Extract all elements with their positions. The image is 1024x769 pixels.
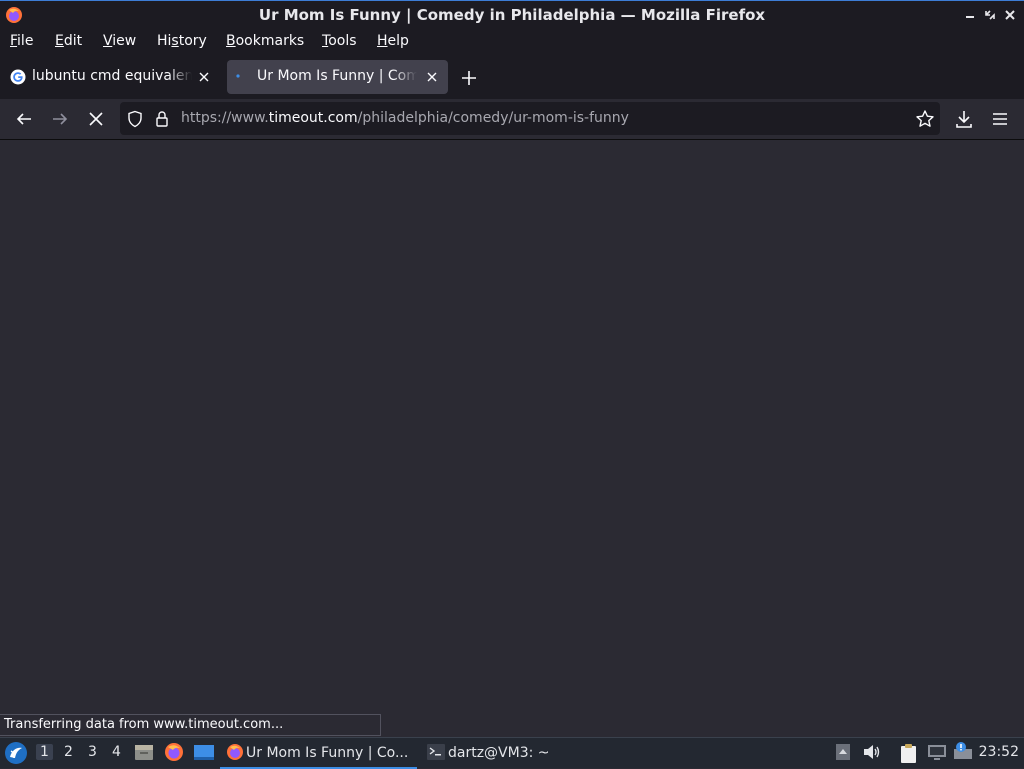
menu-file[interactable]: File [10, 33, 33, 49]
desktop-1-button[interactable]: 1 [36, 744, 53, 760]
task-label: dartz@VM3: ~ [448, 745, 550, 761]
show-desktop-icon[interactable] [193, 742, 215, 762]
lubuntu-start-menu-icon[interactable] [4, 741, 28, 765]
loading-dot-icon [236, 74, 240, 78]
lock-icon[interactable] [155, 110, 169, 128]
firefox-launcher-icon[interactable] [164, 742, 184, 762]
close-icon [1005, 10, 1015, 20]
task-label: Ur Mom Is Funny | Co... [246, 745, 409, 761]
terminal-icon [427, 744, 445, 760]
page-content-area[interactable] [0, 140, 1024, 737]
stop-loading-icon[interactable] [85, 108, 107, 130]
clipboard-icon[interactable] [898, 742, 920, 764]
tab-ur-mom-is-funny[interactable]: Ur Mom Is Funny | Comedy in Philadelphia [227, 60, 448, 94]
new-tab-plus-icon[interactable] [458, 67, 480, 89]
back-arrow-icon[interactable] [13, 108, 35, 130]
menu-help[interactable]: Help [377, 33, 409, 49]
minimize-button[interactable] [962, 7, 978, 23]
restore-button[interactable] [982, 7, 998, 23]
menu-history[interactable]: History [157, 33, 207, 49]
tray-expand-icon[interactable] [835, 742, 851, 762]
menu-edit[interactable]: Edit [55, 33, 82, 49]
url-text[interactable]: https://www.timeout.com/philadelphia/com… [181, 110, 629, 126]
close-tab-icon[interactable] [424, 69, 440, 85]
tab-lubuntu-search[interactable]: lubuntu cmd equivalent [2, 60, 220, 94]
desktop-2-button[interactable]: 2 [64, 744, 73, 760]
close-window-button[interactable] [1002, 7, 1018, 23]
tab-label: Ur Mom Is Funny | Comedy in Philadelphia [257, 68, 417, 84]
menu-view[interactable]: View [103, 33, 136, 49]
status-panel: Transferring data from www.timeout.com..… [0, 714, 381, 736]
hamburger-menu-icon[interactable] [989, 108, 1011, 130]
navigation-toolbar: https://www.timeout.com/philadelphia/com… [0, 99, 1024, 140]
update-notifier-icon[interactable] [952, 740, 974, 762]
minimize-icon [966, 16, 974, 18]
network-icon[interactable] [926, 742, 948, 762]
desktop-4-button[interactable]: 4 [112, 744, 121, 760]
menu-bookmarks[interactable]: Bookmarks [226, 33, 304, 49]
file-manager-icon[interactable] [134, 742, 154, 762]
shield-icon[interactable] [127, 110, 143, 128]
menu-tools[interactable]: Tools [322, 33, 357, 49]
window-title: Ur Mom Is Funny | Comedy in Philadelphia… [258, 6, 766, 24]
desktop-3-button[interactable]: 3 [88, 744, 97, 760]
firefox-icon [227, 744, 243, 760]
taskbar: 1 2 3 4 Ur Mom Is Funny | Co... dartz@VM… [0, 737, 1024, 769]
clock[interactable]: 23:52 [979, 744, 1019, 760]
close-tab-icon[interactable] [196, 69, 212, 85]
downloads-icon[interactable] [953, 108, 975, 130]
window-titlebar[interactable]: Ur Mom Is Funny | Comedy in Philadelphia… [0, 0, 1024, 29]
restore-icon [985, 10, 995, 20]
google-g-icon [10, 69, 26, 85]
task-terminal-window[interactable]: dartz@VM3: ~ [422, 739, 582, 767]
address-bar[interactable]: https://www.timeout.com/philadelphia/com… [120, 102, 940, 135]
tab-strip: lubuntu cmd equivalent Ur Mom Is Funny |… [0, 55, 1024, 99]
forward-arrow-icon[interactable] [49, 108, 71, 130]
bookmark-star-icon[interactable] [915, 109, 935, 129]
tab-label: lubuntu cmd equivalent [32, 68, 192, 84]
volume-icon[interactable] [862, 742, 882, 762]
menu-bar: File Edit View History Bookmarks Tools H… [0, 29, 1024, 55]
task-firefox-window[interactable]: Ur Mom Is Funny | Co... [220, 739, 417, 769]
